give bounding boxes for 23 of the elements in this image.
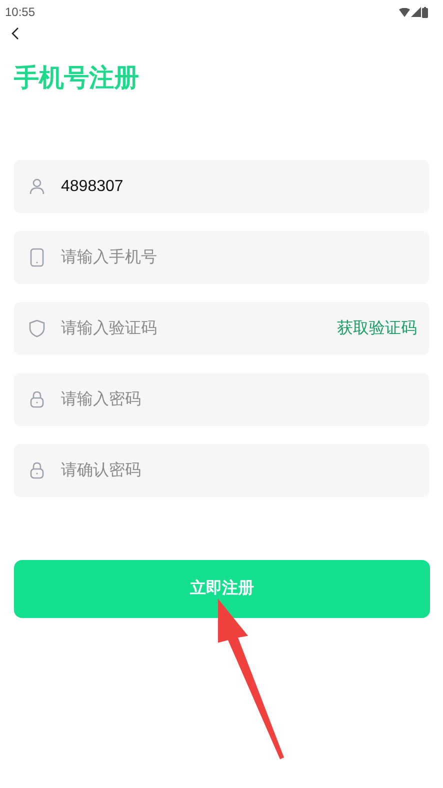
input-field[interactable]: 请输入密码 — [14, 373, 429, 426]
input-field[interactable]: 4898307 — [14, 160, 429, 213]
text-input[interactable]: 4898307 — [61, 174, 417, 198]
lock-icon — [28, 461, 46, 480]
register-button[interactable]: 立即注册 — [14, 560, 430, 618]
input-field[interactable]: 请输入验证码 获取验证码 — [14, 302, 429, 355]
signal-icon — [411, 7, 421, 17]
input-field[interactable]: 请确认密码 — [14, 444, 429, 497]
wifi-icon — [399, 8, 410, 16]
lock-icon — [28, 390, 46, 409]
shield-icon — [28, 319, 46, 338]
get-code-link[interactable]: 获取验证码 — [337, 316, 417, 340]
battery-icon — [422, 6, 428, 18]
back-icon — [11, 26, 19, 40]
text-input[interactable]: 请输入密码 — [61, 388, 417, 412]
input-field[interactable]: 请输入手机号 — [14, 231, 429, 284]
text-input[interactable]: 请输入验证码 — [61, 316, 337, 340]
status-time: 10:55 — [5, 4, 36, 21]
page-title: 手机号注册 — [14, 63, 140, 94]
person-icon — [28, 177, 46, 196]
text-input[interactable]: 请输入手机号 — [61, 246, 417, 270]
text-input[interactable]: 请确认密码 — [61, 458, 417, 482]
phone-icon — [28, 248, 46, 267]
